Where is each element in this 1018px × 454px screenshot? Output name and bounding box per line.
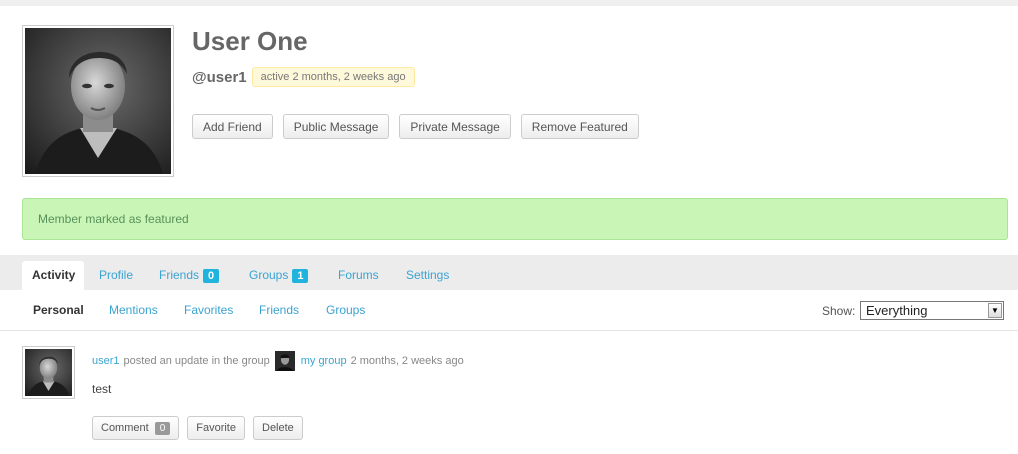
delete-button[interactable]: Delete xyxy=(253,416,303,440)
comment-count-badge: 0 xyxy=(154,421,171,435)
activity-timestamp[interactable]: 2 months, 2 weeks ago xyxy=(351,355,464,367)
activity-content: test xyxy=(92,382,112,396)
featured-notice: Member marked as featured xyxy=(22,198,1008,240)
tab-groups-label: Groups xyxy=(249,268,289,282)
activity-header: user1 posted an update in the group my g… xyxy=(92,351,464,371)
avatar-portrait xyxy=(25,28,171,174)
activity-action-text: posted an update in the group xyxy=(123,355,270,367)
profile-handle: @user1 xyxy=(192,68,247,86)
tab-profile[interactable]: Profile xyxy=(89,261,143,290)
subnav-favorites[interactable]: Favorites xyxy=(184,303,233,317)
profile-meta: @user1 active 2 months, 2 weeks ago xyxy=(192,67,415,87)
subnav-personal[interactable]: Personal xyxy=(33,303,84,317)
subnav-friends[interactable]: Friends xyxy=(259,303,299,317)
activity-user-link[interactable]: user1 xyxy=(92,355,120,367)
profile-name: User One xyxy=(192,26,308,56)
public-message-button[interactable]: Public Message xyxy=(282,114,390,139)
show-filter-select[interactable]: Everything ▼ xyxy=(860,301,1004,320)
subnav-groups[interactable]: Groups xyxy=(326,303,365,317)
activity-actions: Comment 0 Favorite Delete xyxy=(92,416,303,440)
tab-activity[interactable]: Activity xyxy=(22,261,84,290)
activity-group-link[interactable]: my group xyxy=(301,355,347,367)
groups-count-badge: 1 xyxy=(292,269,309,283)
chevron-down-icon[interactable]: ▼ xyxy=(988,303,1002,318)
activity-avatar-portrait xyxy=(25,349,72,396)
favorite-button[interactable]: Favorite xyxy=(187,416,245,440)
friends-count-badge: 0 xyxy=(203,269,220,283)
top-strip xyxy=(0,0,1018,6)
activity-subnav: Personal Mentions Favorites Friends Grou… xyxy=(0,290,1018,331)
show-filter-label: Show: xyxy=(822,304,856,318)
comment-button-label: Comment xyxy=(101,422,149,434)
subnav-mentions[interactable]: Mentions xyxy=(109,303,158,317)
tab-settings[interactable]: Settings xyxy=(396,261,459,290)
add-friend-button[interactable]: Add Friend xyxy=(192,114,273,139)
activity-avatar[interactable] xyxy=(22,346,75,399)
private-message-button[interactable]: Private Message xyxy=(399,114,511,139)
last-active-badge: active 2 months, 2 weeks ago xyxy=(251,67,415,87)
profile-actions: Add Friend Public Message Private Messag… xyxy=(192,114,639,139)
profile-tabs: Activity Profile Friends 0 Groups 1 Forums… xyxy=(0,255,1018,290)
tab-friends[interactable]: Friends 0 xyxy=(149,261,229,290)
tab-groups[interactable]: Groups 1 xyxy=(239,261,318,290)
group-avatar[interactable] xyxy=(274,351,295,371)
profile-avatar[interactable] xyxy=(22,25,174,177)
show-filter-value: Everything xyxy=(866,303,928,318)
tab-forums[interactable]: Forums xyxy=(328,261,389,290)
remove-featured-button[interactable]: Remove Featured xyxy=(520,114,639,139)
tab-friends-label: Friends xyxy=(159,268,200,282)
group-avatar-portrait xyxy=(274,351,295,371)
comment-button[interactable]: Comment 0 xyxy=(92,416,180,440)
